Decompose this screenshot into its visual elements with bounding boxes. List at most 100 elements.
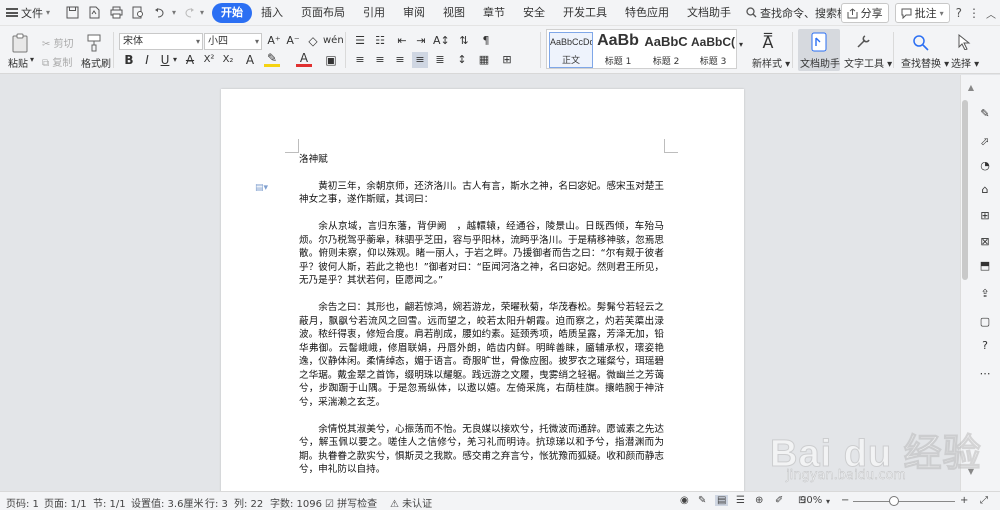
clear-format-icon[interactable]: ◇	[305, 33, 321, 49]
format-painter-button[interactable]	[84, 32, 104, 54]
text-effect-icon[interactable]: A	[242, 52, 258, 68]
document-title[interactable]: 洛神赋	[299, 153, 664, 167]
strikethrough-icon[interactable]: A	[182, 52, 198, 68]
style-pane-icon[interactable]: ✎	[977, 105, 993, 121]
spell-check-toggle[interactable]: ☑ 拼写检查	[325, 495, 377, 510]
font-size-select[interactable]: 小四 ▾	[204, 33, 262, 50]
new-style-label[interactable]: 新样式 ▾	[752, 55, 790, 70]
tab-review[interactable]: 审阅	[394, 3, 434, 23]
zoom-in-icon[interactable]: +	[960, 495, 968, 506]
style-heading-3[interactable]: AaBbC( 标题 3	[690, 32, 736, 68]
backup-icon[interactable]: ⬒	[977, 257, 993, 273]
export-pdf-icon[interactable]	[84, 3, 104, 23]
shading-icon[interactable]: ▦	[476, 52, 492, 68]
zoom-value[interactable]: 90%	[800, 495, 822, 506]
document-body[interactable]: 洛神赋 黄初三年，余朝京师，还济洛川。古人有言，斯水之神，名曰宓妃。感宋玉对楚王…	[299, 153, 664, 490]
scroll-up-icon[interactable]: ▲	[963, 79, 979, 95]
more-panel-icon[interactable]: ⋯	[977, 365, 993, 381]
align-right-icon[interactable]: ≡	[392, 52, 408, 68]
status-page-number[interactable]: 页码: 1	[6, 495, 39, 510]
paste-dropdown-icon[interactable]: ▾	[30, 55, 34, 64]
tab-references[interactable]: 引用	[354, 3, 394, 23]
shapes-icon[interactable]: ◔	[977, 157, 993, 173]
paste-button[interactable]	[9, 32, 31, 54]
print-icon[interactable]	[106, 3, 126, 23]
font-color-icon[interactable]: A	[296, 52, 312, 68]
zoom-dropdown-icon[interactable]: ▾	[826, 497, 830, 506]
help-panel-icon[interactable]: ?	[977, 337, 993, 353]
cut-button[interactable]: ✂ 剪切	[42, 35, 74, 50]
tab-insert[interactable]: 插入	[252, 3, 292, 23]
underline-icon[interactable]: U	[157, 52, 173, 68]
redo-icon[interactable]	[178, 3, 198, 23]
subscript-icon[interactable]: X₂	[220, 52, 236, 68]
select-button[interactable]	[954, 31, 974, 53]
select-label[interactable]: 选择 ▾	[951, 55, 979, 70]
decrease-indent-icon[interactable]: ⇤	[394, 33, 410, 49]
tab-special-apps[interactable]: 特色应用	[616, 3, 678, 23]
auth-status[interactable]: ⚠ 未认证	[390, 495, 432, 510]
tab-page-layout[interactable]: 页面布局	[292, 3, 354, 23]
tab-doc-assistant[interactable]: 文档助手	[678, 3, 740, 23]
highlight-icon[interactable]: ✎	[264, 52, 280, 68]
underline-dropdown-icon[interactable]: ▾	[173, 55, 177, 64]
select-objects-icon[interactable]: ⬀	[977, 133, 993, 149]
status-word-count[interactable]: 字数: 1096	[270, 495, 322, 510]
view-web-icon[interactable]: ⊕	[755, 495, 763, 506]
bold-icon[interactable]: B	[121, 52, 137, 68]
align-left-icon[interactable]: ≡	[352, 52, 368, 68]
limit-edit-icon[interactable]: ⊞	[977, 207, 993, 223]
view-write-icon[interactable]: ✐	[775, 495, 783, 506]
status-column[interactable]: 列: 22	[234, 495, 263, 510]
text-tools-label[interactable]: 文字工具 ▾	[844, 55, 892, 70]
align-center-icon[interactable]: ≡	[372, 52, 388, 68]
tab-view[interactable]: 视图	[434, 3, 474, 23]
status-line[interactable]: 行: 3	[205, 495, 228, 510]
copy-button[interactable]: ⧉ 复制	[42, 54, 72, 69]
chinese-layout-icon[interactable]: A↕	[433, 33, 450, 49]
superscript-icon[interactable]: X²	[201, 52, 217, 68]
find-replace-label[interactable]: 查找替换 ▾	[901, 55, 949, 70]
undo-dropdown-icon[interactable]: ▾	[172, 8, 176, 17]
share-panel-icon[interactable]: ⇪	[977, 285, 993, 301]
tab-home[interactable]: 开始	[212, 2, 253, 23]
bullets-icon[interactable]: ☰	[352, 33, 368, 49]
style-heading-2[interactable]: AaBbC 标题 2	[643, 32, 689, 68]
zoom-out-icon[interactable]: −	[841, 495, 849, 506]
font-name-select[interactable]: 宋体 ▾	[119, 33, 203, 50]
view-full-icon[interactable]: ✎	[698, 495, 706, 506]
new-style-button[interactable]: A̿	[758, 31, 778, 53]
style-normal[interactable]: AaBbCcDd 正文	[549, 32, 593, 68]
document-page[interactable]: 洛神赋 黄初三年，余朝京师，还济洛川。古人有言，斯水之神，名曰宓妃。感宋玉对楚王…	[221, 89, 744, 491]
line-spacing-icon[interactable]: ↕	[454, 52, 470, 68]
format-painter-label[interactable]: 格式刷	[81, 55, 111, 70]
shrink-font-icon[interactable]: A⁻	[285, 33, 301, 49]
document-paragraph[interactable]: 余情悦其淑美兮，心振荡而不怡。无良媒以接欢兮，托微波而通辞。愿诚素之先达兮，解玉…	[299, 423, 664, 477]
fullscreen-icon[interactable]: ⤢	[980, 495, 988, 506]
style-heading-1[interactable]: AaBb 标题 1	[594, 32, 642, 68]
show-marks-icon[interactable]: ¶	[478, 33, 494, 49]
properties-icon[interactable]: ⌂	[977, 181, 993, 197]
undo-icon[interactable]	[150, 3, 170, 23]
status-section[interactable]: 节: 1/1	[93, 495, 126, 510]
view-page-icon[interactable]: ▤	[715, 495, 729, 506]
document-tools-icon[interactable]: ⊠	[977, 233, 993, 249]
document-paragraph[interactable]: 余告之曰：其形也，翩若惊鸿，婉若游龙，荣曜秋菊，华茂春松。髣髴兮若轻云之蔽月，飘…	[299, 301, 664, 409]
vertical-scrollbar[interactable]	[962, 100, 968, 280]
collapse-ribbon-icon[interactable]: ︿	[986, 6, 996, 21]
borders-icon[interactable]: ⊞	[499, 52, 515, 68]
file-menu[interactable]: 文件 ▾	[0, 0, 56, 26]
comment-button[interactable]: 批注 ▾	[894, 3, 950, 23]
paste-label[interactable]: 粘贴	[8, 55, 28, 70]
phonetic-guide-icon[interactable]: wén	[323, 33, 344, 49]
help-icon[interactable]: ?	[956, 6, 962, 20]
distributed-icon[interactable]: ≣	[432, 52, 448, 68]
document-paragraph[interactable]: 黄初三年，余朝京师，还济洛川。古人有言，斯水之神，名曰宓妃。感宋玉对楚王神女之事…	[299, 180, 664, 207]
zoom-slider-thumb[interactable]	[888, 496, 899, 506]
sort-icon[interactable]: ⇅	[456, 33, 472, 49]
numbering-icon[interactable]: ☷	[372, 33, 388, 49]
text-tools-button[interactable]	[852, 31, 874, 53]
find-replace-button[interactable]	[909, 31, 931, 53]
justify-icon[interactable]: ≡	[412, 52, 428, 68]
status-position[interactable]: 设置值: 3.6厘米	[131, 495, 203, 510]
